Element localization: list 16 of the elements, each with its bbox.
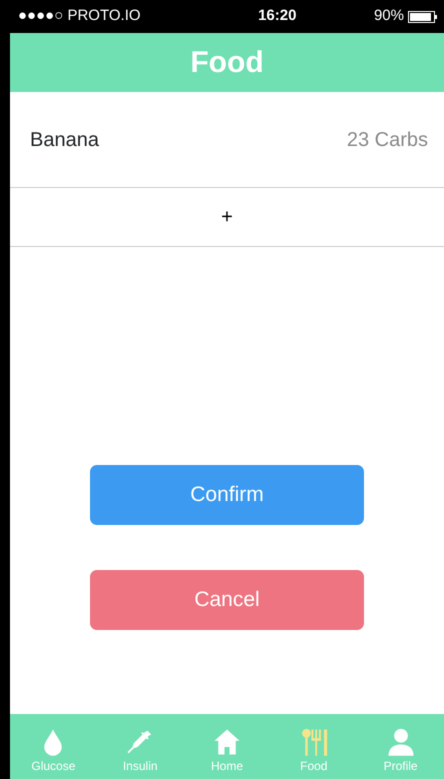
tab-item[interactable]: Home bbox=[184, 727, 270, 775]
screen-title: Food bbox=[190, 45, 264, 81]
tab-item[interactable]: Glucose bbox=[10, 727, 97, 775]
confirm-button[interactable]: Confirm bbox=[90, 465, 364, 525]
tab-item[interactable]: Food bbox=[270, 727, 358, 775]
carbs-value: 23 Carbs bbox=[346, 128, 428, 152]
person-icon bbox=[386, 727, 416, 757]
status-time: 16:20 bbox=[258, 6, 296, 26]
tab-item[interactable]: Profile bbox=[357, 727, 444, 775]
house-icon bbox=[212, 727, 242, 757]
carrier-label: ●●●●○ PROTO.IO bbox=[18, 6, 141, 26]
battery-percent: 90% bbox=[374, 6, 404, 26]
food-name: Banana bbox=[30, 128, 99, 152]
cancel-button[interactable]: Cancel bbox=[90, 570, 364, 630]
tab-item[interactable]: Insulin bbox=[96, 727, 184, 775]
battery-icon bbox=[408, 10, 438, 22]
